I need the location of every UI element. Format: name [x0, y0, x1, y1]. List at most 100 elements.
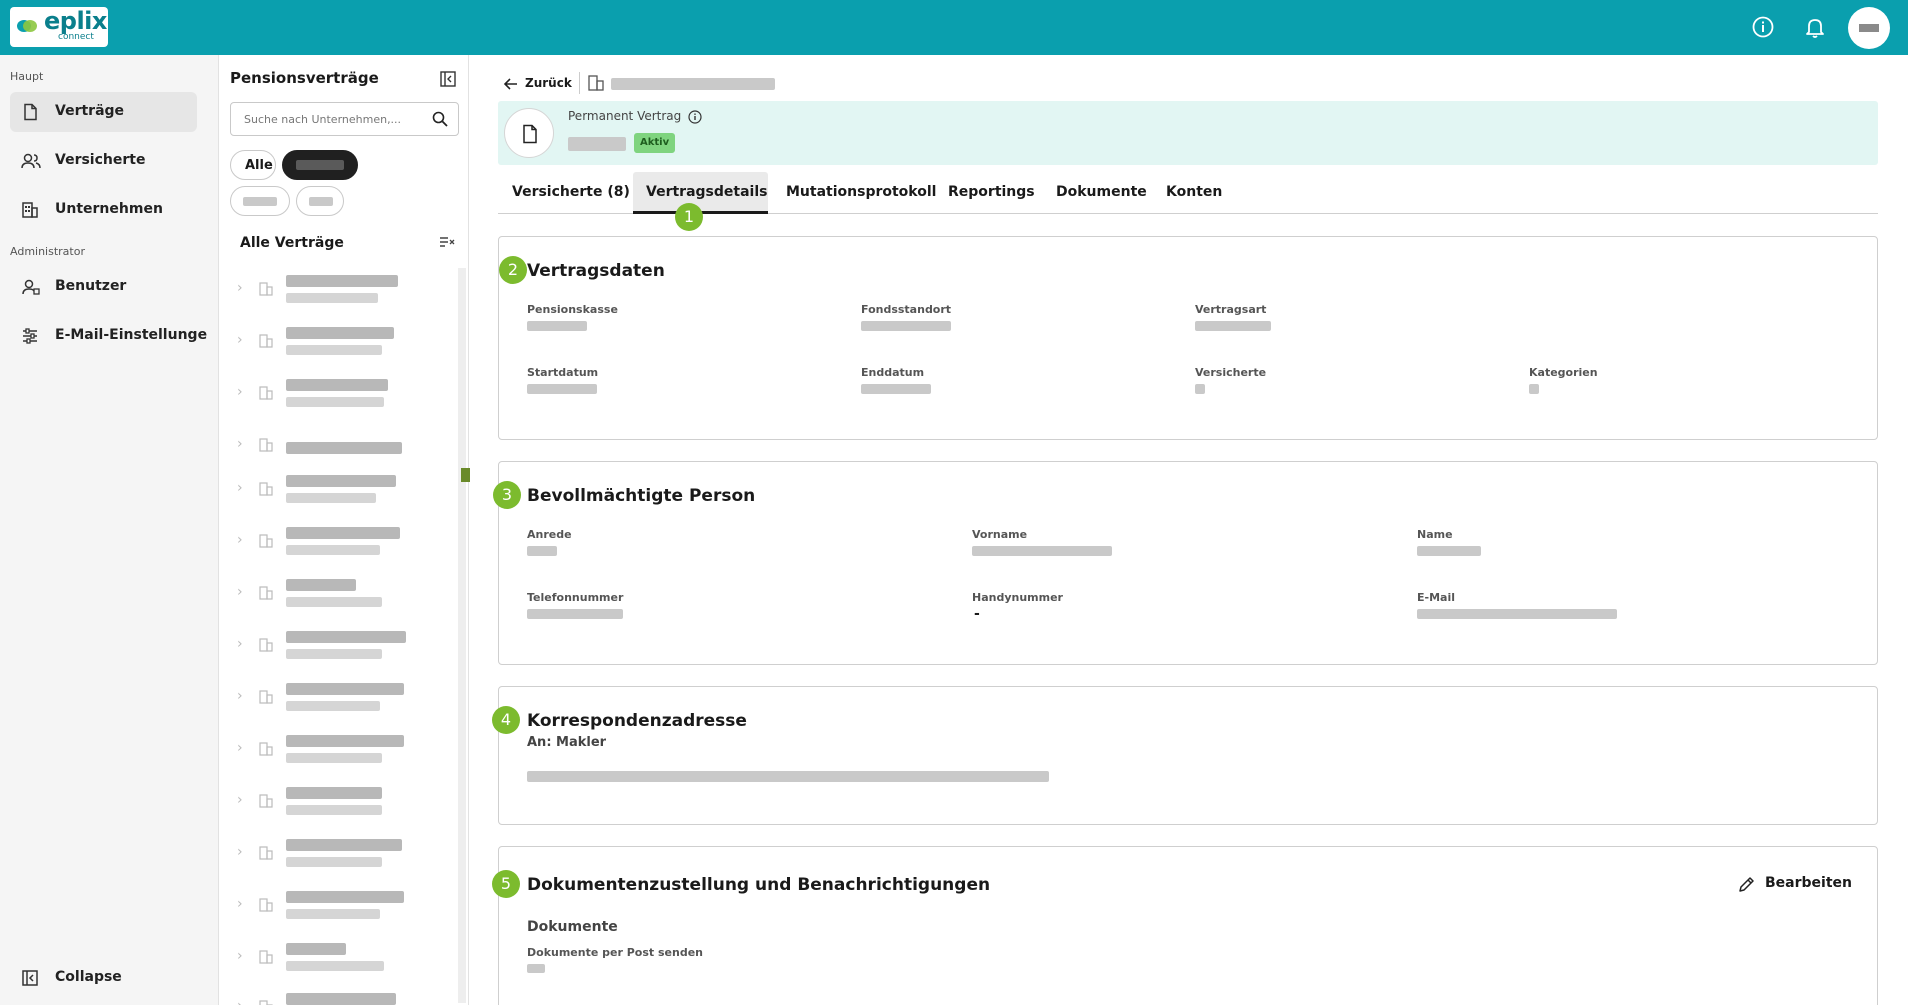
list-item[interactable]: › [219, 371, 459, 421]
list-scrollbar[interactable] [458, 268, 466, 1003]
user-admin-icon [22, 279, 40, 295]
chevron-right-icon[interactable]: › [237, 280, 243, 296]
field-value [1417, 609, 1617, 619]
list-item[interactable]: › [219, 319, 459, 369]
contract-type-label: Permanent Vertrag [568, 109, 682, 123]
filter-chip[interactable] [282, 150, 358, 180]
chevron-right-icon[interactable]: › [237, 532, 243, 548]
building-icon [259, 334, 273, 348]
field-label: Enddatum [861, 366, 925, 379]
tab-vertragsdetails[interactable]: Vertragsdetails [633, 172, 768, 214]
chevron-right-icon[interactable]: › [237, 436, 243, 452]
breadcrumb-company[interactable] [611, 78, 775, 90]
search-input[interactable]: Suche nach Unternehmen,... [230, 102, 459, 136]
building-icon [259, 898, 273, 912]
info-icon[interactable] [688, 110, 702, 124]
korrespondenzadresse-card: Korrespondenzadresse An: Makler [498, 686, 1878, 825]
nav-label: Collapse [55, 969, 122, 985]
tab-reportings[interactable]: Reportings [948, 172, 1035, 214]
nav-item-vertraege[interactable]: Verträge [10, 92, 197, 132]
chevron-right-icon[interactable]: › [237, 792, 243, 808]
filter-chip[interactable] [230, 186, 290, 216]
nav-item-email-einstellungen[interactable]: E-Mail-Einstellunge [10, 316, 207, 356]
chevron-right-icon[interactable]: › [237, 688, 243, 704]
edit-label: Bearbeiten [1765, 875, 1852, 891]
list-item[interactable]: › [219, 883, 459, 933]
contract-name [286, 839, 402, 851]
nav-item-unternehmen[interactable]: Unternehmen [10, 190, 197, 230]
field-value [1417, 546, 1481, 556]
document-icon [523, 124, 537, 144]
chevron-right-icon[interactable]: › [237, 740, 243, 756]
contract-number [286, 805, 382, 815]
field-label: Telefonnummer [527, 591, 624, 604]
contract-name [286, 275, 398, 287]
chevron-right-icon[interactable]: › [237, 384, 243, 400]
list-item[interactable]: › [219, 267, 459, 317]
chevron-right-icon[interactable]: › [237, 998, 243, 1005]
tab-konten[interactable]: Konten [1166, 172, 1222, 214]
list-item[interactable]: › [219, 675, 459, 725]
field-value [1195, 321, 1271, 331]
list-subtitle: Alle Verträge [240, 235, 344, 251]
building-icon [259, 534, 273, 548]
building-icon [259, 482, 273, 496]
edit-button[interactable]: Bearbeiten [1737, 875, 1852, 897]
building-icon [259, 638, 273, 652]
chevron-right-icon[interactable]: › [237, 844, 243, 860]
nav-section-admin: Administrator [10, 245, 85, 258]
contract-header: Permanent Vertrag Aktiv [498, 101, 1878, 165]
chevron-right-icon[interactable]: › [237, 636, 243, 652]
building-icon [22, 202, 38, 218]
tab-bar: Versicherte (8) Vertragsdetails Mutation… [498, 172, 1878, 214]
brand-logo[interactable]: eplix connect [10, 7, 108, 47]
filter-chip-alle[interactable]: Alle [230, 150, 276, 180]
list-item[interactable]: › [219, 935, 459, 985]
info-icon[interactable] [1751, 15, 1775, 39]
tab-mutationsprotokoll[interactable]: Mutationsprotokoll [786, 172, 936, 214]
panel-collapse-icon[interactable] [440, 71, 456, 87]
contract-number [286, 293, 378, 303]
nav-item-benutzer[interactable]: Benutzer [10, 267, 197, 307]
tab-dokumente[interactable]: Dokumente [1056, 172, 1147, 214]
list-item[interactable]: › [219, 831, 459, 881]
chevron-right-icon[interactable]: › [237, 332, 243, 348]
sort-icon[interactable] [439, 235, 455, 249]
collapse-nav-button[interactable]: Collapse [10, 958, 197, 998]
nav-item-versicherte[interactable]: Versicherte [10, 141, 197, 181]
main-navigation: Haupt Verträge Versicherte Unternehmen A… [0, 55, 219, 1005]
nav-section-main: Haupt [10, 70, 44, 83]
bell-icon[interactable] [1803, 15, 1827, 39]
list-item[interactable]: › [219, 571, 459, 621]
chevron-right-icon[interactable]: › [237, 948, 243, 964]
field-value [527, 321, 587, 331]
list-item[interactable]: › [219, 985, 459, 1005]
chevron-right-icon[interactable]: › [237, 584, 243, 600]
building-icon [259, 282, 273, 296]
tab-label: Reportings [948, 184, 1035, 200]
list-item[interactable]: › [219, 779, 459, 829]
bevollmaechtigte-person-card: Bevollmächtigte Person Anrede Vorname Na… [498, 461, 1878, 665]
list-item[interactable]: › [219, 467, 459, 517]
list-item[interactable]: › [219, 623, 459, 673]
list-item[interactable]: › [219, 423, 459, 473]
resize-handle[interactable] [461, 468, 470, 482]
building-icon [259, 794, 273, 808]
chevron-right-icon[interactable]: › [237, 896, 243, 912]
search-placeholder: Suche nach Unternehmen,... [244, 113, 402, 126]
filter-chip[interactable] [296, 186, 344, 216]
field-label: Versicherte [1195, 366, 1267, 379]
user-avatar[interactable] [1848, 7, 1890, 49]
search-icon[interactable] [432, 111, 448, 127]
list-item[interactable]: › [219, 519, 459, 569]
list-item[interactable]: › [219, 727, 459, 777]
contract-name [286, 993, 396, 1005]
field-value [527, 546, 557, 556]
tab-label: Dokumente [1056, 184, 1147, 200]
tab-versicherte[interactable]: Versicherte (8) [512, 172, 630, 214]
chevron-right-icon[interactable]: › [237, 480, 243, 496]
contract-name [286, 527, 400, 539]
contract-avatar [504, 108, 554, 158]
building-icon [259, 950, 273, 964]
tab-label: Vertragsdetails [646, 184, 768, 200]
